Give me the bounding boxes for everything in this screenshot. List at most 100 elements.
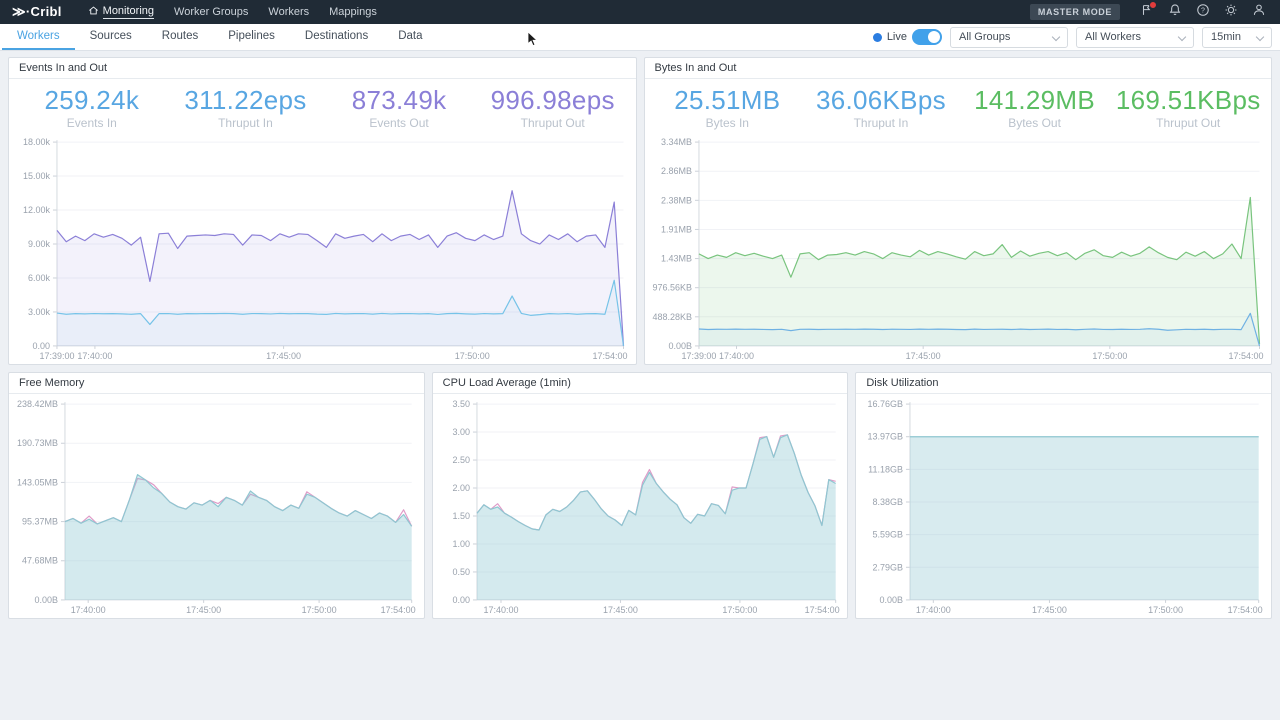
events-stats-row: 259.24k Events In 311.22eps Thruput In 8… xyxy=(9,79,636,132)
stat-thruput-out: 996.98eps Thruput Out xyxy=(476,86,630,130)
stat-label: Bytes In xyxy=(651,116,805,130)
cpu-area-chart: 0.000.501.001.502.002.503.003.5017:40:00… xyxy=(435,396,846,618)
stat-label: Events In xyxy=(15,116,169,130)
help-button[interactable]: ? xyxy=(1192,1,1214,23)
svg-text:17:39:00: 17:39:00 xyxy=(681,351,716,361)
tab-routes[interactable]: Routes xyxy=(147,24,213,50)
panel-title: Events In and Out xyxy=(9,58,636,79)
bytes-chart: 0.00B488.28KB976.56KB1.43MB1.91MB2.38MB2… xyxy=(645,132,1272,364)
svg-text:1.91MB: 1.91MB xyxy=(660,224,691,234)
bytes-line-chart: 0.00B488.28KB976.56KB1.43MB1.91MB2.38MB2… xyxy=(647,134,1270,364)
svg-text:190.73MB: 190.73MB xyxy=(17,438,58,448)
notification-dot-badge xyxy=(1149,1,1157,9)
time-range-select[interactable]: 15min xyxy=(1202,27,1272,48)
stat-thruput-out: 169.51KBps Thruput Out xyxy=(1111,86,1265,130)
svg-text:976.56KB: 976.56KB xyxy=(652,282,691,292)
nav-item-mappings[interactable]: Mappings xyxy=(319,3,387,21)
chevron-down-icon xyxy=(1052,32,1060,40)
svg-text:5.59GB: 5.59GB xyxy=(873,529,903,539)
bell-icon xyxy=(1168,3,1182,22)
svg-text:2.86MB: 2.86MB xyxy=(660,166,691,176)
svg-text:17:45:00: 17:45:00 xyxy=(186,605,221,615)
stat-value: 25.51MB xyxy=(651,86,805,115)
svg-text:17:39:00: 17:39:00 xyxy=(39,351,74,361)
stat-bytes-in: 25.51MB Bytes In xyxy=(651,86,805,130)
tab-pipelines[interactable]: Pipelines xyxy=(213,24,290,50)
top-nav-right: MASTER MODE ? xyxy=(1030,1,1270,23)
svg-text:17:40:00: 17:40:00 xyxy=(916,605,951,615)
toggle-knob xyxy=(928,31,940,43)
app-root: ≫·Cribl Monitoring Worker Groups Workers… xyxy=(0,0,1280,720)
svg-text:18.00k: 18.00k xyxy=(23,137,50,147)
chevron-down-icon xyxy=(1256,32,1264,40)
workers-select[interactable]: All Workers xyxy=(1076,27,1194,48)
svg-text:17:50:00: 17:50:00 xyxy=(722,605,757,615)
svg-text:17:54:00: 17:54:00 xyxy=(381,605,416,615)
tab-data[interactable]: Data xyxy=(383,24,437,50)
svg-text:9.00k: 9.00k xyxy=(28,239,50,249)
svg-text:17:45:00: 17:45:00 xyxy=(603,605,638,615)
nav-item-label: Worker Groups xyxy=(174,6,248,18)
svg-text:17:40:00: 17:40:00 xyxy=(483,605,518,615)
panel-title: CPU Load Average (1min) xyxy=(433,373,848,394)
dashboard-content: Events In and Out 259.24k Events In 311.… xyxy=(0,51,1280,619)
tab-destinations[interactable]: Destinations xyxy=(290,24,383,50)
nav-item-workers[interactable]: Workers xyxy=(258,3,319,21)
stat-value: 873.49k xyxy=(322,86,476,115)
stat-value: 36.06KBps xyxy=(804,86,958,115)
panel-title: Free Memory xyxy=(9,373,424,394)
svg-text:17:54:00: 17:54:00 xyxy=(593,351,628,361)
groups-select[interactable]: All Groups xyxy=(950,27,1068,48)
svg-text:0.00B: 0.00B xyxy=(880,595,903,605)
nav-item-monitoring[interactable]: Monitoring xyxy=(78,2,164,22)
svg-text:2.50: 2.50 xyxy=(452,455,470,465)
svg-text:488.28KB: 488.28KB xyxy=(652,311,691,321)
events-line-chart: 0.003.00k6.00k9.00k12.00k15.00k18.00k17:… xyxy=(11,134,634,364)
svg-text:17:50:00: 17:50:00 xyxy=(1092,351,1127,361)
nav-item-worker-groups[interactable]: Worker Groups xyxy=(164,3,258,21)
stat-value: 169.51KBps xyxy=(1111,86,1265,115)
cribl-logo[interactable]: ≫·Cribl xyxy=(12,4,62,20)
svg-text:1.43MB: 1.43MB xyxy=(660,253,691,263)
panel-events-in-out: Events In and Out 259.24k Events In 311.… xyxy=(8,57,637,365)
settings-button[interactable] xyxy=(1220,1,1242,23)
svg-text:15.00k: 15.00k xyxy=(23,171,50,181)
svg-text:6.00k: 6.00k xyxy=(28,273,50,283)
panel-bytes-in-out: Bytes In and Out 25.51MB Bytes In 36.06K… xyxy=(644,57,1273,365)
disk-chart: 0.00B2.79GB5.59GB8.38GB11.18GB13.97GB16.… xyxy=(856,394,1271,618)
nav-item-label: Monitoring xyxy=(103,5,154,19)
stat-label: Thruput Out xyxy=(1111,116,1265,130)
question-circle-icon: ? xyxy=(1196,3,1210,22)
svg-text:3.34MB: 3.34MB xyxy=(660,137,691,147)
stat-thruput-in: 36.06KBps Thruput In xyxy=(804,86,958,130)
svg-text:95.37MB: 95.37MB xyxy=(22,516,58,526)
panel-title: Bytes In and Out xyxy=(645,58,1272,79)
account-button[interactable] xyxy=(1248,1,1270,23)
svg-text:17:40:00: 17:40:00 xyxy=(77,351,112,361)
nav-item-label: Mappings xyxy=(329,6,377,18)
svg-text:0.00B: 0.00B xyxy=(668,341,691,351)
svg-text:17:45:00: 17:45:00 xyxy=(266,351,301,361)
panel-disk-utilization: Disk Utilization 0.00B2.79GB5.59GB8.38GB… xyxy=(855,372,1272,619)
stat-thruput-in: 311.22eps Thruput In xyxy=(169,86,323,130)
svg-text:3.00k: 3.00k xyxy=(28,307,50,317)
deploy-button[interactable] xyxy=(1136,1,1158,23)
stat-value: 259.24k xyxy=(15,86,169,115)
time-range-value: 15min xyxy=(1211,31,1241,43)
svg-text:2.79GB: 2.79GB xyxy=(873,562,903,572)
svg-text:1.50: 1.50 xyxy=(452,511,470,521)
notifications-button[interactable] xyxy=(1164,1,1186,23)
bytes-stats-row: 25.51MB Bytes In 36.06KBps Thruput In 14… xyxy=(645,79,1272,132)
tab-sources[interactable]: Sources xyxy=(75,24,147,50)
svg-text:0.50: 0.50 xyxy=(452,567,470,577)
stat-events-in: 259.24k Events In xyxy=(15,86,169,130)
svg-text:17:50:00: 17:50:00 xyxy=(1148,605,1183,615)
stat-label: Thruput In xyxy=(804,116,958,130)
panel-free-memory: Free Memory 0.00B47.68MB95.37MB143.05MB1… xyxy=(8,372,425,619)
svg-text:143.05MB: 143.05MB xyxy=(17,477,58,487)
tab-workers[interactable]: Workers xyxy=(2,24,75,50)
live-toggle[interactable] xyxy=(912,29,942,45)
svg-text:17:50:00: 17:50:00 xyxy=(302,605,337,615)
svg-text:12.00k: 12.00k xyxy=(23,205,50,215)
svg-text:0.00: 0.00 xyxy=(452,595,470,605)
